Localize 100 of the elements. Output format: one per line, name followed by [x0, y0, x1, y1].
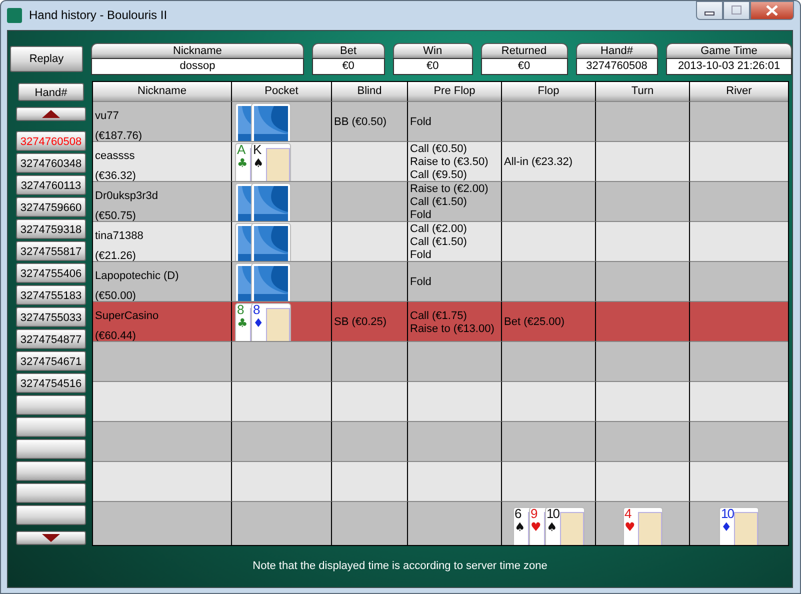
minimize-button[interactable] [696, 1, 723, 20]
action-text: Call (€2.00) [410, 223, 468, 236]
column-header: River [690, 82, 788, 101]
card-rank: 10 [546, 508, 559, 521]
card-suit: ♦ [253, 317, 264, 329]
hand-list-item[interactable]: 3274760113 [16, 175, 86, 195]
card-art [266, 308, 290, 341]
action-text: Fold [410, 249, 432, 262]
hand-list-item[interactable]: 3274759660 [16, 197, 86, 217]
player-name: tina71388 [95, 229, 144, 244]
blind-text: BB (€0.50) [334, 116, 388, 129]
scroll-up-button[interactable] [16, 107, 86, 121]
field-label: Win [392, 43, 473, 58]
field-label: Game Time [666, 43, 792, 58]
list-header: Hand# [18, 83, 84, 101]
action-text: Raise to (€13.00) [410, 322, 496, 336]
action-text: Call (€1.75) [410, 310, 468, 322]
player-name: ceassss [95, 149, 136, 164]
column-header: Nickname [93, 82, 232, 101]
column-header: Pre Flop [408, 82, 502, 101]
field-value: €0 [312, 58, 385, 75]
card-rank: A [237, 144, 245, 157]
field-label: Bet [312, 43, 385, 58]
card-suit: ♥ [530, 521, 542, 533]
hand-list-item[interactable]: 3274760348 [16, 153, 86, 173]
player-stack: (€50.75) [95, 209, 137, 224]
empty-list-slot [16, 395, 86, 415]
card-suit: ♣ [237, 317, 248, 329]
column-header: Flop [502, 82, 596, 101]
card-suit: ♣ [237, 157, 248, 169]
column-header: Pocket [232, 82, 332, 101]
player-stack: (€187.76) [95, 129, 144, 144]
maximize-icon [732, 6, 742, 14]
close-icon [766, 4, 778, 16]
empty-list-slot [16, 417, 86, 437]
field-label: Nickname [90, 43, 304, 58]
hand-list-item[interactable]: 3274754877 [16, 329, 86, 349]
action-text: Call (€1.50) [410, 236, 468, 249]
hand-list-item[interactable]: 3274754516 [16, 373, 86, 393]
card-rank: 10 [721, 508, 734, 521]
empty-list-slot [16, 505, 86, 525]
down-triangle-icon [42, 534, 60, 542]
empty-list-slot [16, 483, 86, 503]
maximize-button[interactable] [723, 1, 750, 20]
empty-list-slot [16, 461, 86, 481]
app-icon [7, 8, 22, 22]
action-text: Raise to (€3.50) [410, 156, 490, 169]
action-text: Raise to (€2.00) [410, 183, 490, 196]
card-suit: ♠ [253, 157, 264, 169]
action-text: Call (€1.50) [410, 196, 468, 209]
empty-list-slot [16, 439, 86, 459]
replay-button[interactable]: Replay [10, 46, 83, 72]
player-name: SuperCasino [95, 309, 160, 324]
player-stack: (€21.26) [95, 249, 137, 264]
field-value: 3274760508 [576, 58, 658, 75]
player-stack: (€36.32) [95, 169, 137, 184]
action-text: Bet (€25.00) [504, 316, 566, 329]
hand-list-item[interactable]: 3274755406 [16, 263, 86, 283]
field-value: 2013-10-03 21:26:01 [666, 58, 792, 75]
card-rank: 9 [530, 508, 537, 521]
card-rank: 8 [237, 304, 244, 317]
card-art [266, 148, 290, 181]
field-value: €0 [480, 58, 568, 75]
action-text: Call (€9.50) [410, 169, 468, 182]
hand-list-item[interactable]: 3274755817 [16, 241, 86, 261]
action-text: Fold [410, 116, 432, 129]
hand-list-item[interactable]: 3274755183 [16, 285, 86, 305]
action-text: Call (€0.50) [410, 143, 468, 156]
player-name: Lapopotechic (D) [95, 269, 180, 284]
card-rank: 4 [624, 508, 631, 521]
hand-list-item[interactable]: 3274754671 [16, 351, 86, 371]
minimize-icon [704, 12, 714, 16]
window-title: Hand history - Boulouris II [29, 8, 168, 22]
card-suit: ♥ [624, 521, 636, 533]
player-name: Dr0uksp3r3d [95, 189, 159, 204]
scroll-down-button[interactable] [16, 531, 86, 545]
card-suit: ♠ [546, 521, 558, 533]
footer-note: Note that the displayed time is according to server time zone [252, 560, 548, 572]
up-triangle-icon [42, 110, 60, 118]
action-text: All-in (€23.32) [504, 156, 574, 169]
card-suit: ♠ [514, 521, 526, 533]
action-text: Fold [410, 276, 432, 289]
hand-list-item[interactable]: 3274759318 [16, 219, 86, 239]
field-value: dossop [90, 58, 304, 75]
card-rank: K [253, 144, 261, 157]
card-rank: 6 [514, 508, 521, 521]
card-suit: ♦ [721, 521, 732, 533]
player-stack: (€50.00) [95, 289, 137, 304]
player-stack: (€60.44) [95, 329, 137, 344]
close-button[interactable] [750, 1, 794, 20]
field-label: Hand# [576, 43, 658, 58]
player-name: vu77 [95, 109, 120, 124]
column-header: Turn [596, 82, 690, 101]
field-label: Returned [480, 43, 568, 58]
card-rank: 8 [253, 304, 260, 317]
hand-list-item[interactable]: 3274755033 [16, 307, 86, 327]
column-header: Blind [332, 82, 408, 101]
field-value: €0 [392, 58, 473, 75]
blind-text: SB (€0.25) [334, 316, 388, 329]
action-text: Fold [410, 209, 432, 222]
